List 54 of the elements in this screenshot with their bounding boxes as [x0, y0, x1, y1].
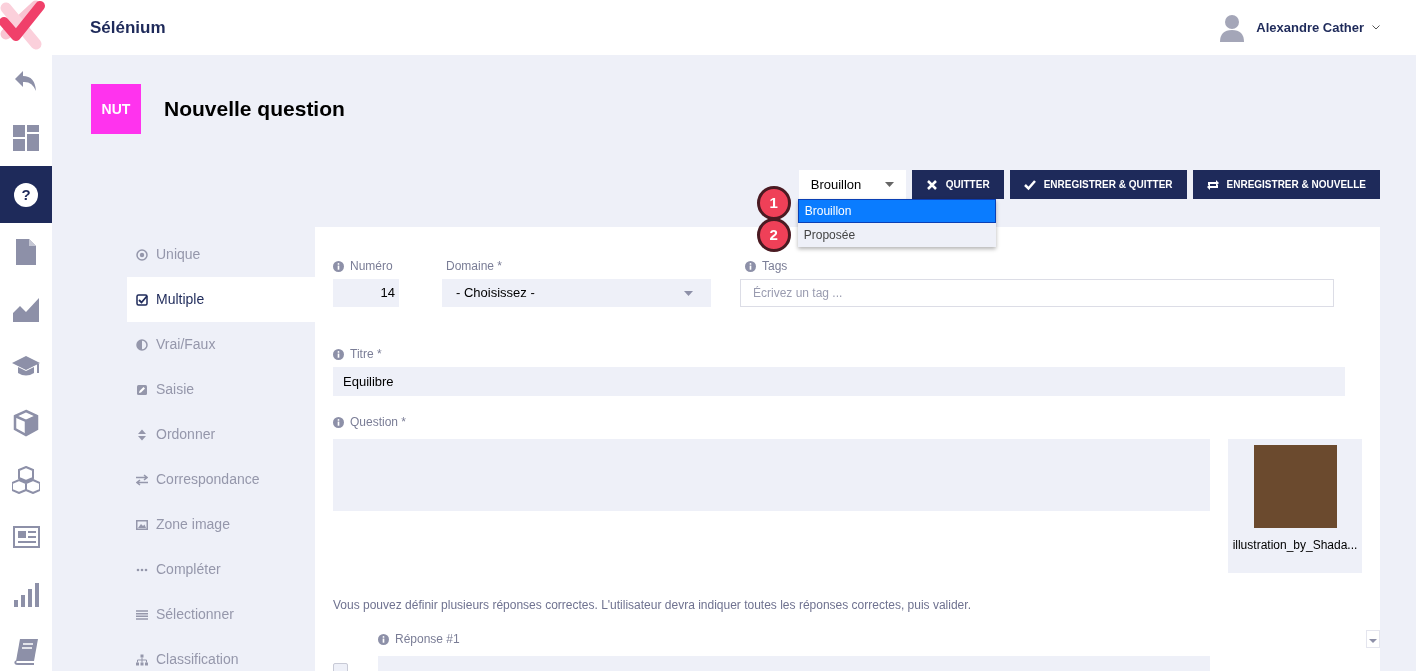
radio-icon — [136, 248, 148, 261]
hint-text: Vous pouvez définir plusieurs réponses correctes. L'utilisateur devra indiquer toutes les réponses correctes, puis valider. — [333, 597, 972, 614]
help-icon: ? — [12, 180, 40, 209]
edit-icon — [136, 383, 148, 396]
page-title: Nouvelle question — [164, 96, 345, 123]
checkbox-icon — [136, 293, 148, 306]
question-type-item[interactable]: Multiple — [127, 277, 315, 322]
nav-item[interactable]: ? — [0, 166, 52, 223]
step-marker: 2 — [756, 218, 791, 252]
field-label: Réponse #1 — [395, 631, 460, 648]
number-field[interactable]: 14 — [333, 279, 399, 307]
status-select[interactable]: Brouillon — [798, 170, 906, 199]
caret-down-icon — [884, 182, 894, 187]
info-icon — [745, 260, 756, 272]
step-marker: 1 — [756, 186, 791, 220]
category-badge: NUT — [91, 84, 141, 134]
sort-icon — [136, 428, 148, 441]
field-label: Numéro — [350, 258, 393, 275]
half-circle-icon — [136, 338, 148, 351]
list-icon — [136, 608, 148, 621]
image-icon — [136, 518, 148, 531]
exchange-icon — [136, 473, 148, 486]
caret-down-icon[interactable] — [1366, 630, 1380, 648]
check-icon — [1023, 178, 1036, 191]
user-menu[interactable]: Alexandre Cather — [1256, 17, 1380, 38]
dropdown-option[interactable]: Brouillon — [797, 199, 996, 223]
chevron-down-icon — [1372, 25, 1380, 30]
title-field[interactable]: Equilibre — [333, 367, 1345, 396]
close-icon — [925, 178, 938, 191]
info-icon — [333, 260, 344, 272]
tags-field[interactable]: Écrivez un tag ... — [740, 279, 1334, 307]
info-icon — [333, 348, 344, 360]
info-icon — [378, 633, 389, 645]
cubes-icon — [12, 465, 40, 494]
logo-icon — [0, 0, 46, 52]
app-title: Sélénium — [90, 16, 166, 39]
info-icon — [333, 416, 344, 428]
field-label: Titre * — [350, 346, 382, 363]
action-button[interactable]: ENREGISTRER & QUITTER — [1009, 170, 1187, 199]
book-icon — [12, 636, 40, 665]
dropdown-option[interactable]: Proposée — [797, 223, 996, 247]
field-label: Domaine * — [446, 258, 503, 275]
action-button[interactable]: ENREGISTRER & NOUVELLE — [1192, 170, 1380, 199]
cube-icon — [12, 408, 40, 437]
image-caption: illustration_by_Shada... — [1232, 537, 1358, 554]
dashboard-icon — [12, 123, 40, 152]
field-label: Tags — [762, 258, 788, 275]
action-button[interactable]: QUITTER — [911, 170, 1004, 199]
hierarchy-icon — [136, 653, 148, 666]
field-label: Question * — [350, 414, 407, 431]
caret-down-icon — [684, 290, 693, 296]
user-avatar-icon — [1220, 13, 1245, 42]
domain-select[interactable]: - Choisissez - — [442, 279, 711, 307]
repeat-icon — [1206, 178, 1219, 191]
